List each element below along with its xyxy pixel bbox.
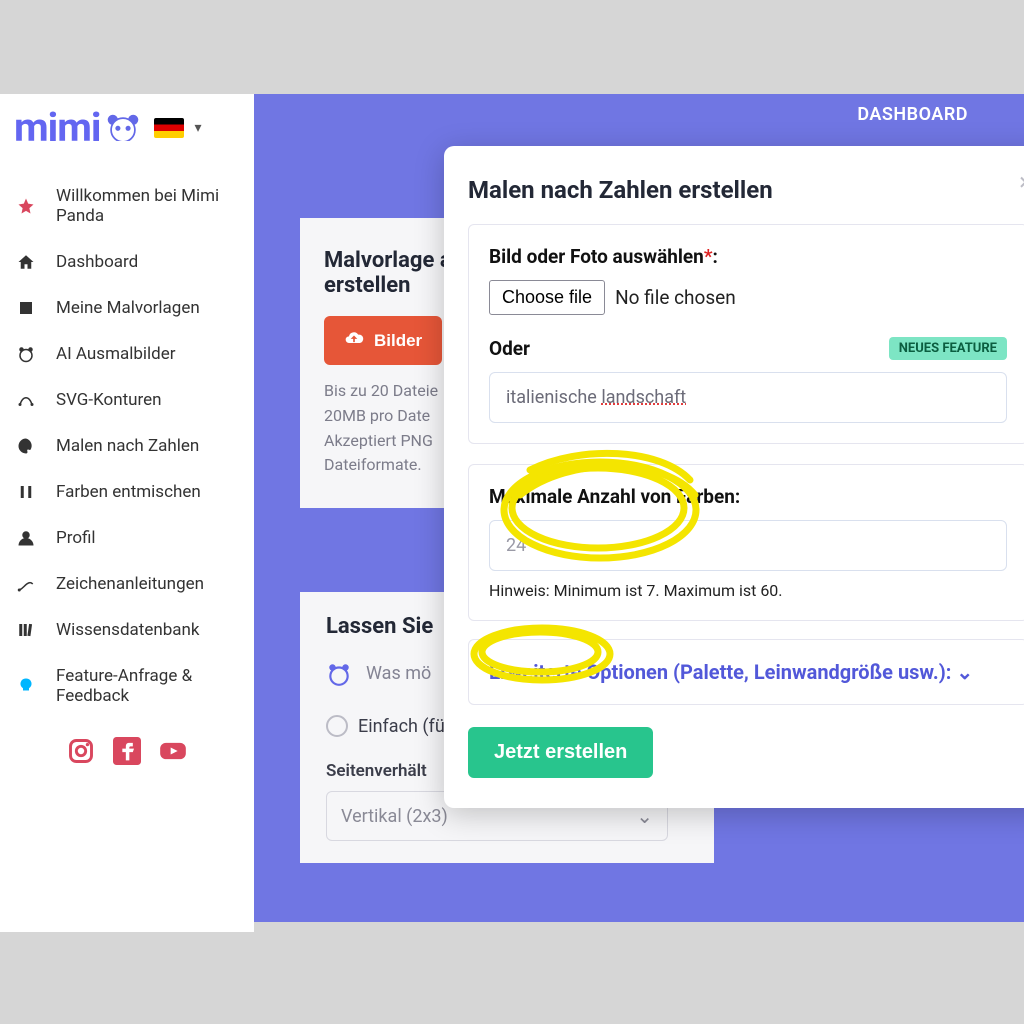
- tubes-icon: [16, 482, 36, 502]
- palette-icon: [16, 436, 36, 456]
- select-value: Vertikal (2x3): [341, 806, 448, 827]
- sidebar-item-drawing-guides[interactable]: Zeichenanleitungen: [0, 561, 254, 607]
- facebook-icon: [113, 750, 141, 769]
- sidebar-item-dashboard[interactable]: Dashboard: [0, 239, 254, 285]
- sidebar-item-label: Dashboard: [56, 252, 138, 272]
- star-icon: [16, 196, 36, 216]
- sidebar-item-label: SVG-Konturen: [56, 390, 162, 410]
- language-caret-icon[interactable]: ▾: [194, 120, 201, 136]
- sidebar-item-label: Profil: [56, 528, 96, 548]
- sidebar-item-label: AI Ausmalbilder: [56, 344, 176, 364]
- youtube-link[interactable]: [159, 737, 187, 769]
- sidebar-item-unmix-colors[interactable]: Farben entmischen: [0, 469, 254, 515]
- chevron-down-icon: ⌄: [956, 660, 973, 684]
- max-colors-input[interactable]: 24: [489, 520, 1007, 571]
- sidebar-item-welcome[interactable]: Willkommen bei Mimi Panda: [0, 173, 254, 239]
- sidebar-item-svg-contours[interactable]: SVG-Konturen: [0, 377, 254, 423]
- panda-small-icon: [326, 661, 352, 685]
- cloud-upload-icon: [344, 328, 364, 353]
- file-status-text: No file chosen: [615, 286, 736, 309]
- youtube-icon: [159, 750, 187, 769]
- sidebar-item-ai-coloring[interactable]: AI Ausmalbilder: [0, 331, 254, 377]
- sidebar-item-label: Zeichenanleitungen: [56, 574, 204, 594]
- file-choose-button[interactable]: Choose file: [489, 280, 605, 315]
- sidebar: mimi ▾ Willkommen bei Mimi Panda Dashboa…: [0, 94, 254, 932]
- section-advanced-options[interactable]: Erweiterte Optionen (Palette, Leinwandgr…: [468, 639, 1024, 705]
- upload-images-button[interactable]: Bilder: [324, 316, 442, 365]
- home-icon: [16, 252, 36, 272]
- section-max-colors: Maximale Anzahl von Farben: 24 Hinweis: …: [468, 464, 1024, 621]
- sidebar-item-label: Feature-Anfrage & Feedback: [56, 666, 238, 706]
- sidebar-item-label: Farben entmischen: [56, 482, 201, 502]
- label-max-colors: Maximale Anzahl von Farben:: [489, 485, 1007, 508]
- label-oder: Oder: [489, 337, 530, 360]
- prompt-placeholder: Was mö: [366, 663, 431, 684]
- sidebar-item-feedback[interactable]: Feature-Anfrage & Feedback: [0, 653, 254, 719]
- modal-title: Malen nach Zahlen erstellen: [468, 176, 1024, 204]
- draw-icon: [16, 574, 36, 594]
- books-icon: [16, 620, 36, 640]
- text-prompt-value-b: landschaft: [601, 387, 686, 408]
- topbar-dashboard-link[interactable]: DASHBOARD: [857, 104, 968, 125]
- advanced-options-toggle[interactable]: Erweiterte Optionen (Palette, Leinwandgr…: [489, 660, 973, 684]
- sidebar-item-my-templates[interactable]: Meine Malvorlagen: [0, 285, 254, 331]
- logo-panda-icon: [106, 113, 140, 143]
- logo-text: mimi: [14, 104, 100, 151]
- sidebar-item-paint-by-numbers[interactable]: Malen nach Zahlen: [0, 423, 254, 469]
- flag-de-icon[interactable]: [154, 118, 184, 138]
- instagram-link[interactable]: [67, 737, 95, 769]
- vector-icon: [16, 390, 36, 410]
- sidebar-item-label: Malen nach Zahlen: [56, 436, 199, 456]
- bulb-icon: [16, 676, 36, 696]
- badge-new-feature: NEUES FEATURE: [889, 337, 1007, 360]
- facebook-link[interactable]: [113, 737, 141, 769]
- close-icon[interactable]: ×: [1019, 168, 1024, 196]
- sidebar-item-knowledge-base[interactable]: Wissensdatenbank: [0, 607, 254, 653]
- logo: mimi ▾: [0, 104, 254, 151]
- max-colors-value: 24: [506, 535, 526, 556]
- max-colors-hint: Hinweis: Minimum ist 7. Maximum ist 60.: [489, 581, 1007, 600]
- sidebar-item-label: Wissensdatenbank: [56, 620, 200, 640]
- label-select-image: Bild oder Foto auswählen*:: [489, 245, 1007, 268]
- panda-icon: [16, 344, 36, 364]
- instagram-icon: [67, 750, 95, 769]
- sidebar-item-profile[interactable]: Profil: [0, 515, 254, 561]
- text-prompt-input[interactable]: italienische landschaft: [489, 372, 1007, 423]
- user-icon: [16, 528, 36, 548]
- image-icon: [16, 298, 36, 318]
- radio-label: Einfach (fü: [358, 716, 445, 737]
- section-image-select: Bild oder Foto auswählen*: Choose file N…: [468, 224, 1024, 444]
- sidebar-item-label: Meine Malvorlagen: [56, 298, 200, 318]
- sidebar-item-label: Willkommen bei Mimi Panda: [56, 186, 238, 226]
- upload-button-label: Bilder: [374, 331, 422, 351]
- modal-create-pbn: × Malen nach Zahlen erstellen Bild oder …: [444, 146, 1024, 808]
- submit-button[interactable]: Jetzt erstellen: [468, 727, 653, 778]
- radio-icon: [326, 715, 348, 737]
- text-prompt-value-a: italienische: [506, 387, 601, 408]
